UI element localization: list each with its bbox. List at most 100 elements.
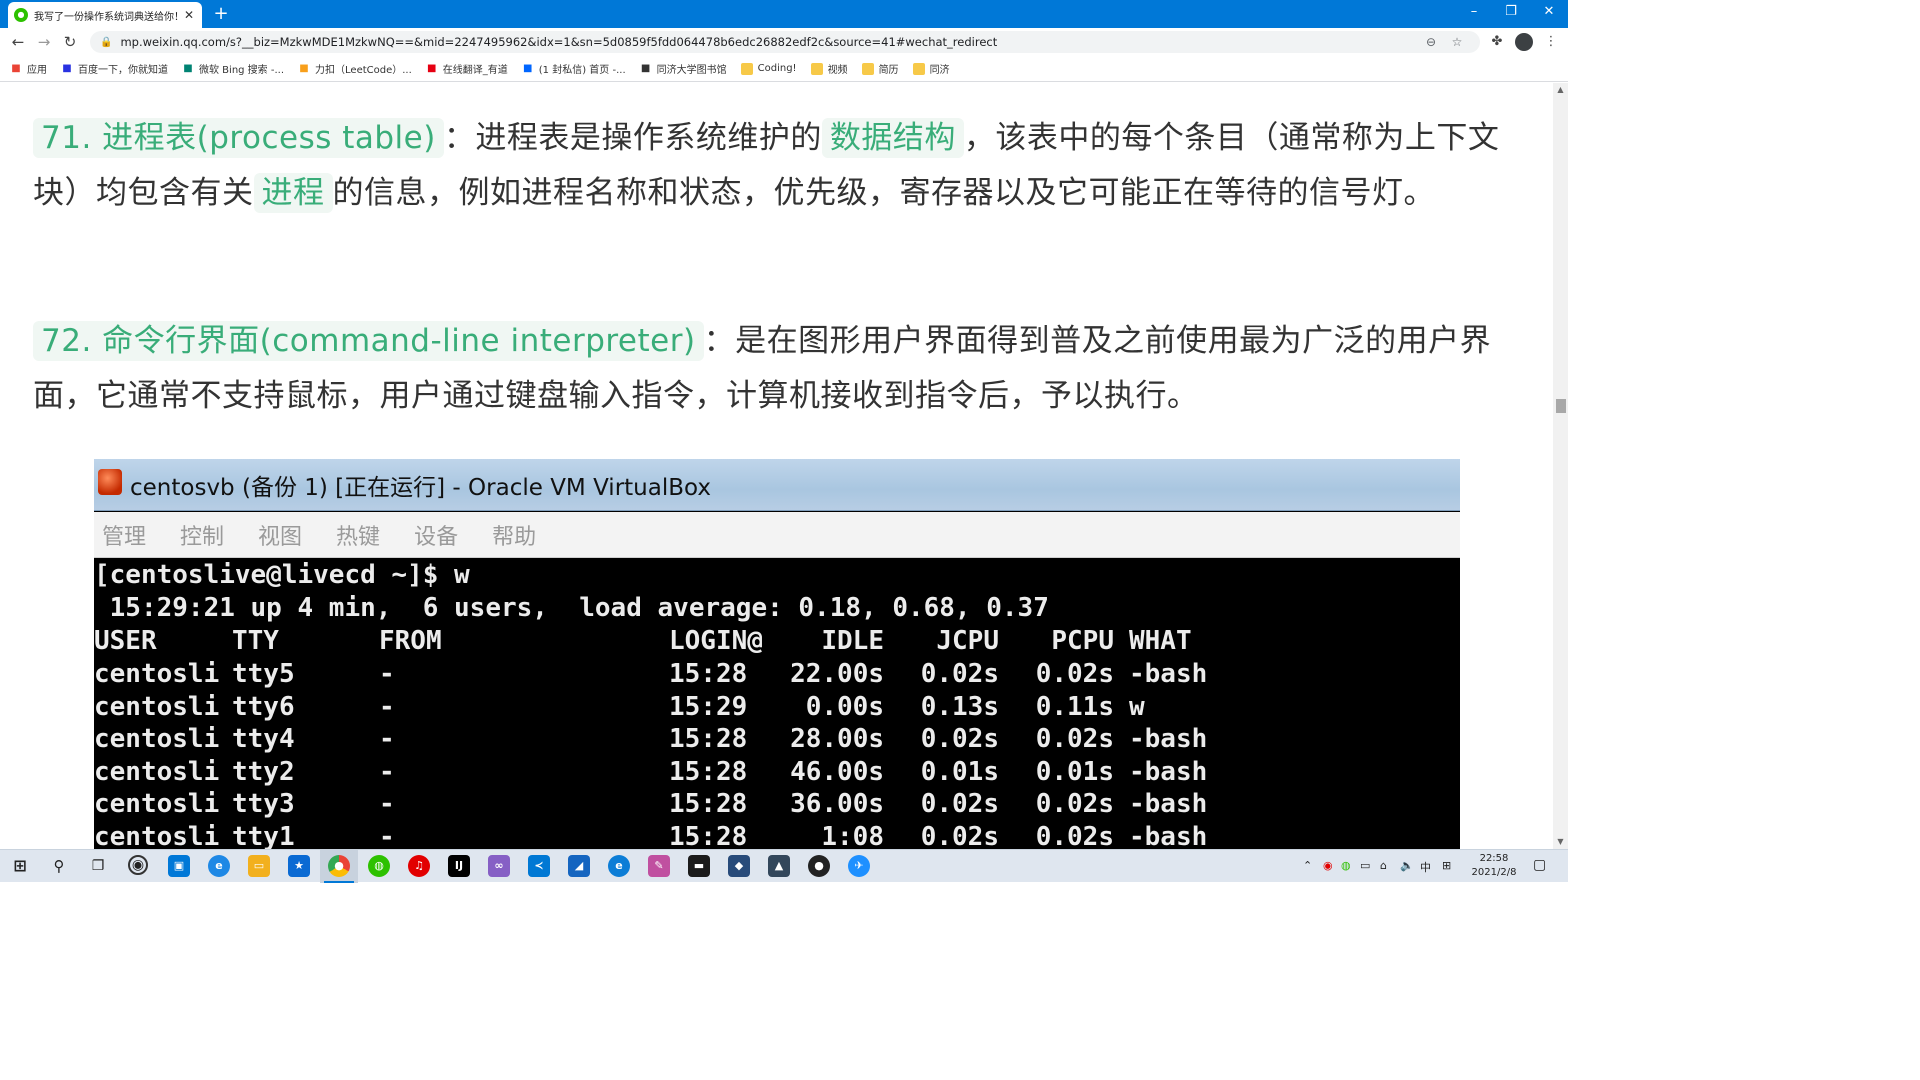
terminal-cell: tty2 bbox=[232, 756, 295, 787]
library-icon: ■ bbox=[640, 62, 651, 74]
bookmark-item[interactable]: ■ 百度一下，你就知道 bbox=[61, 61, 168, 77]
terminal-cell: 22.00s bbox=[790, 659, 884, 689]
docker-icon[interactable]: ▲ bbox=[768, 855, 790, 877]
bookmark-label: 视频 bbox=[827, 65, 848, 76]
bookmark-label: (1 封私信) 首页 -... bbox=[538, 65, 626, 76]
tray-network-icon[interactable]: ⌂ bbox=[1380, 859, 1387, 872]
edge-icon[interactable]: e bbox=[608, 855, 630, 877]
scrollbar-thumb[interactable] bbox=[1556, 399, 1566, 413]
terminal-cell: 28.00s bbox=[790, 724, 884, 755]
link-process[interactable]: 进程 bbox=[253, 173, 333, 213]
zhihu-icon: ■ bbox=[523, 62, 533, 74]
tray-wechat-icon[interactable]: ◍ bbox=[1341, 859, 1351, 872]
tray-expand-icon[interactable]: ⌃ bbox=[1303, 859, 1312, 872]
profile-avatar[interactable] bbox=[1515, 33, 1533, 51]
tray-battery-icon[interactable]: ▭ bbox=[1360, 859, 1370, 872]
terminal-cell: centosli bbox=[94, 724, 220, 755]
reload-icon[interactable]: ↻ bbox=[60, 32, 80, 52]
wechat-icon[interactable]: ◍ bbox=[368, 855, 390, 877]
terminal-header-row: USER TTY FROM LOGIN@ IDLE JCPU PCPU WHAT bbox=[94, 625, 1460, 658]
bookmark-item[interactable]: 简历 bbox=[861, 61, 899, 76]
leetcode-icon: ■ bbox=[299, 62, 309, 74]
terminal-cell: centosli bbox=[94, 659, 220, 689]
bookmark-label: 同济大学图书馆 bbox=[656, 65, 727, 76]
bookmark-item[interactable]: 视频 bbox=[810, 61, 848, 76]
bookmark-item[interactable]: ■ (1 封私信) 首页 -... bbox=[522, 61, 626, 77]
address-bar[interactable]: 🔒 mp.weixin.qq.com/s?__biz=MzkwMDE1MzkwN… bbox=[90, 31, 1480, 53]
terminal-row: centosli tty4 - 15:28 28.00s 0.02s 0.02s -bash bbox=[94, 723, 1460, 756]
bookmark-item[interactable]: ■ 力扣（LeetCode）... bbox=[298, 61, 412, 77]
vbox-menu-item: 视图 bbox=[258, 524, 303, 550]
windows-start-icon[interactable]: ⊞ bbox=[9, 855, 31, 877]
vbox-menu-item: 帮助 bbox=[492, 524, 537, 550]
bookmark-item[interactable]: ■ 应用 bbox=[10, 61, 47, 77]
terminal-cell: 15:28 bbox=[669, 659, 748, 689]
terminal-cell: centosli bbox=[94, 822, 220, 849]
zoom-icon[interactable]: ⊖ bbox=[1418, 35, 1444, 49]
tab-title: 我写了一份操作系统词典送给你！ bbox=[34, 11, 182, 23]
minimize-button[interactable]: – bbox=[1455, 0, 1493, 24]
bookmark-item[interactable]: ■ 同济大学图书馆 bbox=[640, 61, 727, 77]
terminal-row: centosli tty2 - 15:28 46.00s 0.01s 0.01s -bash bbox=[94, 756, 1460, 789]
netease-music-icon[interactable]: ♫ bbox=[408, 855, 430, 877]
virtualbox-icon[interactable]: ◆ bbox=[728, 855, 750, 877]
taskbar-clock[interactable]: 22:58 2021/2/8 bbox=[1466, 852, 1522, 880]
close-tab-icon[interactable]: ✕ bbox=[182, 8, 196, 22]
jetbrains-icon[interactable]: IJ bbox=[448, 855, 470, 877]
bookmark-item[interactable]: 同济 bbox=[912, 61, 950, 76]
close-window-button[interactable]: ✕ bbox=[1530, 0, 1568, 24]
github-icon[interactable]: ● bbox=[808, 855, 830, 877]
visual-studio-icon[interactable]: ∞ bbox=[488, 855, 510, 877]
pinned-app-icon[interactable]: ★ bbox=[288, 855, 310, 877]
terminal-app-icon[interactable]: ▬ bbox=[688, 855, 710, 877]
terminal-row: centosli tty1 - 15:28 1:08 0.02s 0.02s -bash bbox=[94, 821, 1460, 849]
task-view-icon[interactable]: ❐ bbox=[87, 855, 109, 877]
feishu-icon[interactable]: ✈ bbox=[848, 855, 870, 877]
tray-netease-icon[interactable]: ◉ bbox=[1323, 859, 1333, 872]
bookmark-item[interactable]: ■ 微软 Bing 搜索 -... bbox=[182, 61, 284, 77]
entry-71-text-1: ：进程表是操作系统维护的 bbox=[443, 120, 822, 156]
bookmark-item[interactable]: Coding! bbox=[740, 62, 797, 75]
search-icon[interactable]: ⚲ bbox=[48, 855, 70, 877]
terminal-row: centosli tty6 - 15:29 0.00s 0.13s 0.11s w bbox=[94, 691, 1460, 724]
cortana-icon[interactable]: ◉ bbox=[128, 855, 148, 875]
scroll-down-icon[interactable]: ▼ bbox=[1553, 835, 1568, 849]
file-explorer-icon[interactable]: ▭ bbox=[248, 855, 270, 877]
menu-kebab-icon[interactable]: ⋮ bbox=[1541, 32, 1561, 52]
edge-legacy-icon[interactable]: e bbox=[208, 855, 230, 877]
extensions-icon[interactable]: ✤ bbox=[1487, 32, 1507, 52]
clock-date: 2021/2/8 bbox=[1471, 867, 1517, 878]
new-tab-button[interactable]: + bbox=[210, 3, 232, 25]
back-icon[interactable]: ← bbox=[8, 32, 28, 52]
store-icon[interactable]: ▣ bbox=[168, 855, 190, 877]
article-content: 71. 进程表(process table) ：进程表是操作系统维护的 数据结构 ，该… bbox=[0, 83, 1553, 849]
app-blue-icon[interactable]: ◢ bbox=[568, 855, 590, 877]
vbox-menu-item: 设备 bbox=[414, 524, 459, 550]
terminal-cell: 15:28 bbox=[669, 756, 748, 787]
link-data-structure[interactable]: 数据结构 bbox=[821, 118, 964, 158]
folder-icon bbox=[861, 62, 874, 75]
terminal-cell: -bash bbox=[1129, 789, 1208, 820]
ime-indicator[interactable]: 中 bbox=[1420, 859, 1431, 875]
chrome-icon[interactable]: ● bbox=[328, 855, 350, 877]
bookmark-label: 同济 bbox=[929, 65, 950, 76]
maximize-button[interactable]: ❐ bbox=[1492, 0, 1530, 24]
tray-volume-icon[interactable]: 🔈 bbox=[1400, 859, 1414, 872]
term-command-line-interpreter: 72. 命令行界面(command-line interpreter) bbox=[33, 321, 704, 361]
notification-icon[interactable]: ▢ bbox=[1533, 857, 1546, 873]
paint-icon[interactable]: ✎ bbox=[648, 855, 670, 877]
forward-icon[interactable]: → bbox=[34, 32, 54, 52]
vscode-icon[interactable]: ≺ bbox=[528, 855, 550, 877]
bookmark-star-icon[interactable]: ☆ bbox=[1444, 35, 1470, 49]
scroll-up-icon[interactable]: ▲ bbox=[1553, 83, 1568, 97]
terminal-cell: -bash bbox=[1129, 756, 1208, 787]
page-scrollbar[interactable]: ▲ ▼ bbox=[1553, 83, 1568, 849]
folder-icon bbox=[810, 62, 823, 75]
entry-71: 71. 进程表(process table) ：进程表是操作系统维护的 数据结构 ，该… bbox=[33, 111, 1508, 221]
ime-mode-icon[interactable]: ⊞ bbox=[1442, 859, 1451, 872]
terminal-cell: 1:08 bbox=[821, 822, 884, 849]
browser-tab[interactable]: ● 我写了一份操作系统词典送给你！ ✕ bbox=[8, 2, 202, 28]
terminal-cell: 0.02s bbox=[920, 789, 999, 820]
terminal-cell: tty5 bbox=[232, 659, 295, 689]
bookmark-item[interactable]: ■ 在线翻译_有道 bbox=[426, 61, 508, 77]
